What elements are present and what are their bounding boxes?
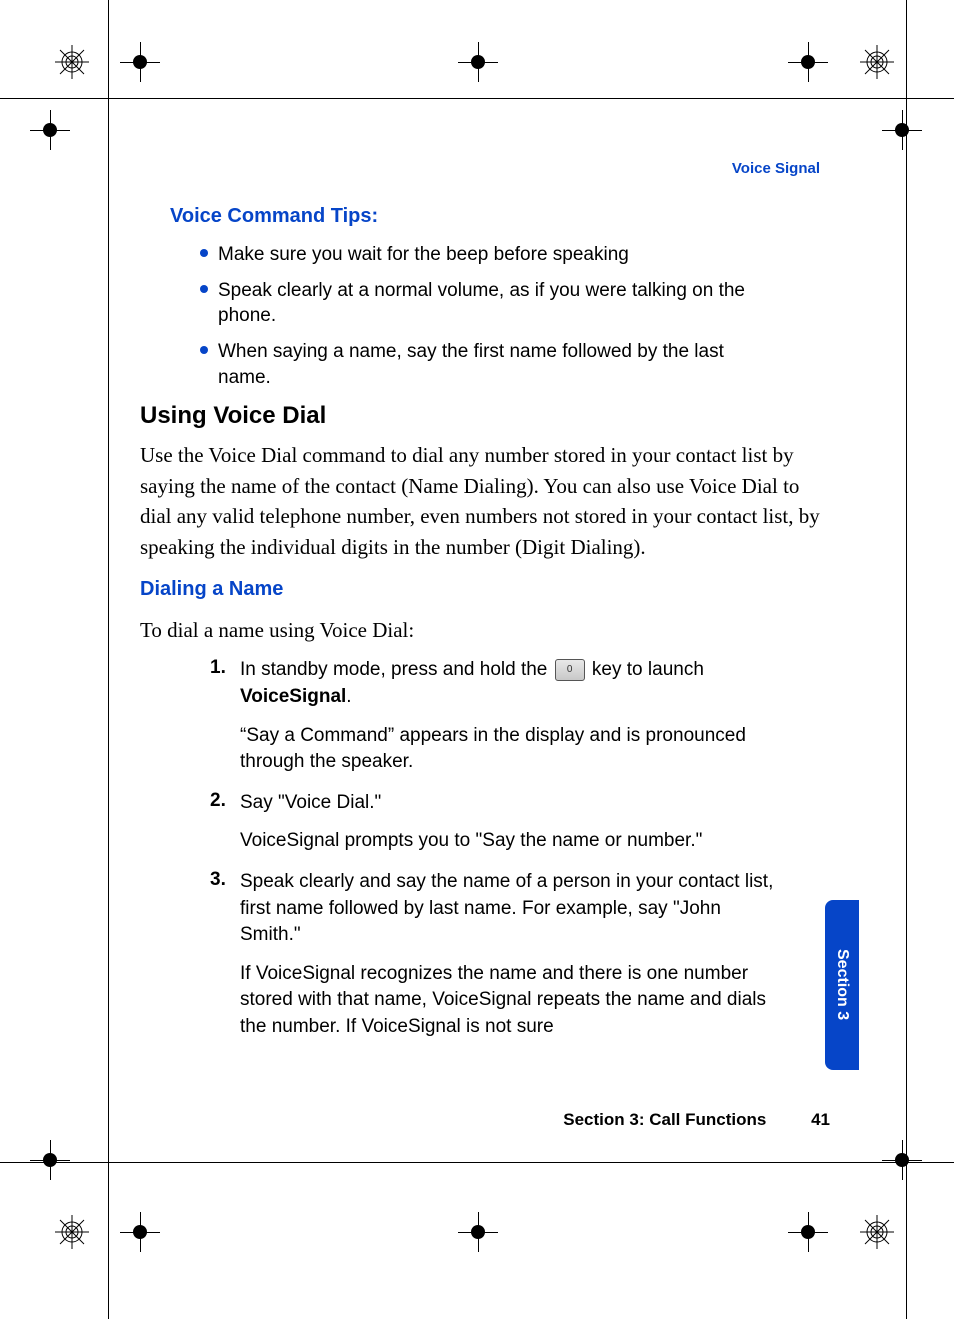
step-text-pre: In standby mode, press and hold the <box>240 659 553 680</box>
reg-cross-bc <box>458 1212 498 1252</box>
page-footer: Section 3: Call Functions 41 <box>0 1110 830 1130</box>
footer-page-number: 41 <box>811 1110 830 1129</box>
key-icon: 0 <box>555 659 585 681</box>
list-item-text: Make sure you wait for the beep before s… <box>218 242 629 268</box>
reg-cross-br <box>788 1212 828 1252</box>
step-text-bold: VoiceSignal <box>240 686 346 707</box>
reg-cross-tc <box>458 42 498 82</box>
crop-line-bottom <box>0 1162 954 1163</box>
step-text: Speak clearly and say the name of a pers… <box>240 869 780 949</box>
list-item-text: When saying a name, say the first name f… <box>218 339 778 390</box>
step-text: Say "Voice Dial." <box>240 790 381 817</box>
tips-list: Make sure you wait for the beep before s… <box>200 242 830 390</box>
page-content: Voice Signal Voice Command Tips: Make su… <box>140 160 830 1055</box>
reg-cross-ml <box>30 110 70 150</box>
list-item: Speak clearly at a normal volume, as if … <box>200 278 830 329</box>
step-text: In standby mode, press and hold the 0 ke… <box>240 657 780 710</box>
reg-sun-tr <box>860 45 894 79</box>
list-item: When saying a name, say the first name f… <box>200 339 830 390</box>
using-voice-dial-body: Use the Voice Dial command to dial any n… <box>140 440 820 562</box>
dialing-name-intro: To dial a name using Voice Dial: <box>140 615 830 645</box>
step-followup: VoiceSignal prompts you to "Say the name… <box>240 828 780 855</box>
step-followup: “Say a Command” appears in the display a… <box>240 723 780 776</box>
list-item: Make sure you wait for the beep before s… <box>200 242 830 268</box>
bullet-icon <box>200 346 208 354</box>
reg-sun-tl <box>55 45 89 79</box>
list-item-text: Speak clearly at a normal volume, as if … <box>218 278 778 329</box>
reg-cross-mbr <box>882 1140 922 1180</box>
step-number: 3. <box>210 869 240 949</box>
bullet-icon <box>200 249 208 257</box>
section-tab: Section 3 <box>825 900 859 1070</box>
tips-heading: Voice Command Tips: <box>170 205 830 228</box>
reg-sun-br <box>860 1215 894 1249</box>
step-number: 2. <box>210 790 240 817</box>
step-number: 1. <box>210 657 240 710</box>
steps-list: 1. In standby mode, press and hold the 0… <box>210 657 830 1040</box>
step-text-tail: . <box>346 686 351 707</box>
step-item: 3. Speak clearly and say the name of a p… <box>210 869 830 949</box>
reg-cross-bl <box>120 1212 160 1252</box>
reg-cross-mbl <box>30 1140 70 1180</box>
step-text-post: key to launch <box>587 659 704 680</box>
step-item: 2. Say "Voice Dial." <box>210 790 830 817</box>
reg-cross-tl <box>120 42 160 82</box>
bullet-icon <box>200 285 208 293</box>
crop-line-right <box>906 0 907 1319</box>
running-header: Voice Signal <box>140 160 830 177</box>
reg-sun-bl <box>55 1215 89 1249</box>
reg-cross-tr <box>788 42 828 82</box>
footer-section: Section 3: Call Functions <box>563 1110 766 1129</box>
step-item: 1. In standby mode, press and hold the 0… <box>210 657 830 710</box>
crop-line-top <box>0 98 954 99</box>
using-voice-dial-heading: Using Voice Dial <box>140 402 830 430</box>
step-followup: If VoiceSignal recognizes the name and t… <box>240 961 780 1041</box>
dialing-name-heading: Dialing a Name <box>140 578 830 601</box>
reg-cross-mr <box>882 110 922 150</box>
